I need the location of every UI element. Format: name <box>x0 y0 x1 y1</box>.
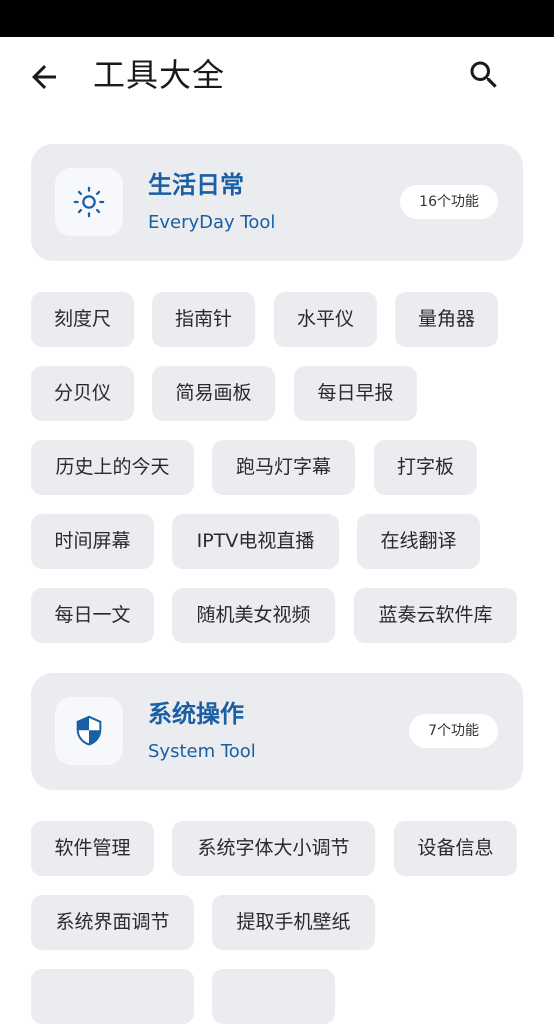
tool-chip[interactable]: 系统字体大小调节 <box>172 821 375 876</box>
tool-chip[interactable]: 指南针 <box>152 292 255 347</box>
tool-chip[interactable]: 刻度尺 <box>31 292 134 347</box>
app-bar: 工具大全 <box>0 37 554 117</box>
tool-chip[interactable]: 随机美女视频 <box>172 588 335 643</box>
feature-count-badge: 7个功能 <box>409 714 498 748</box>
tool-chip[interactable]: IPTV电视直播 <box>172 514 339 569</box>
tool-chip[interactable]: 历史上的今天 <box>31 440 194 495</box>
tool-chip[interactable]: 量角器 <box>395 292 498 347</box>
section-card-system[interactable]: 系统操作 System Tool 7个功能 <box>31 673 523 790</box>
tool-chip[interactable]: 水平仪 <box>274 292 377 347</box>
section-title: 生活日常 <box>148 171 244 199</box>
tool-chip[interactable]: 设备信息 <box>394 821 517 876</box>
section-title: 系统操作 <box>148 700 244 728</box>
tool-chip-partial[interactable] <box>31 969 194 1024</box>
sun-icon <box>73 186 105 218</box>
shield-icon <box>76 715 102 746</box>
tool-chip[interactable]: 软件管理 <box>31 821 154 876</box>
back-arrow-icon[interactable] <box>26 59 62 95</box>
tool-chip[interactable]: 时间屏幕 <box>31 514 154 569</box>
feature-count-badge: 16个功能 <box>400 185 498 219</box>
tool-chip[interactable]: 提取手机壁纸 <box>212 895 375 950</box>
tool-chip-partial[interactable] <box>212 969 335 1024</box>
tool-chip[interactable]: 简易画板 <box>152 366 275 421</box>
tool-chip[interactable]: 系统界面调节 <box>31 895 194 950</box>
page-title: 工具大全 <box>93 56 226 94</box>
section-icon-box <box>55 168 123 236</box>
tool-chip[interactable]: 每日早报 <box>294 366 417 421</box>
search-icon[interactable] <box>466 57 502 93</box>
tool-chip[interactable]: 打字板 <box>374 440 477 495</box>
section-icon-box <box>55 697 123 765</box>
section-card-everyday[interactable]: 生活日常 EveryDay Tool 16个功能 <box>31 144 523 261</box>
section-subtitle: EveryDay Tool <box>148 212 276 233</box>
tool-chip[interactable]: 分贝仪 <box>31 366 134 421</box>
tool-chip[interactable]: 每日一文 <box>31 588 154 643</box>
tool-chip[interactable]: 跑马灯字幕 <box>212 440 355 495</box>
section-subtitle: System Tool <box>148 741 256 762</box>
tool-chip[interactable]: 蓝奏云软件库 <box>354 588 517 643</box>
status-bar <box>0 0 554 37</box>
tool-chip[interactable]: 在线翻译 <box>357 514 480 569</box>
